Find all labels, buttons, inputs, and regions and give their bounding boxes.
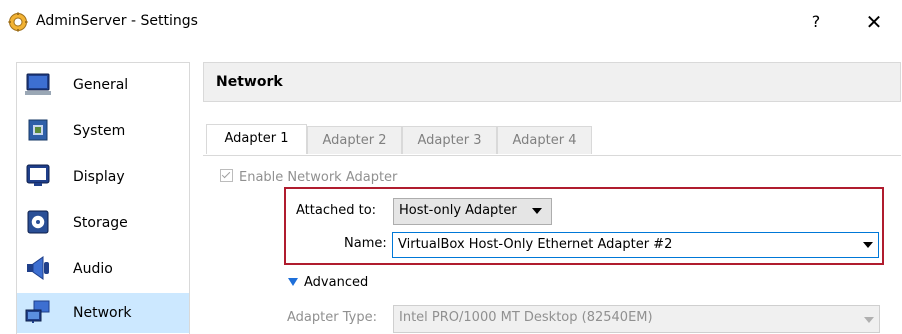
section-header: Network xyxy=(203,62,901,102)
sidebar-item-label: System xyxy=(73,123,126,139)
advanced-toggle[interactable]: Advanced xyxy=(288,275,368,290)
virtualbox-gear-icon xyxy=(8,12,28,32)
sidebar-item-label: General xyxy=(73,77,129,93)
chevron-down-icon xyxy=(864,317,874,323)
adapter-name-select[interactable]: VirtualBox Host-Only Ethernet Adapter #2 xyxy=(392,232,879,258)
name-label: Name: xyxy=(344,236,387,251)
adapter-tab-pane: Enable Network Adapter Attached to: Host… xyxy=(203,155,901,334)
sidebar-item-label: Storage xyxy=(73,215,128,231)
chevron-down-icon xyxy=(863,242,873,248)
sidebar-item-label: Audio xyxy=(73,261,113,277)
enable-adapter-checkbox[interactable]: Enable Network Adapter xyxy=(220,169,397,185)
enable-adapter-label: Enable Network Adapter xyxy=(239,170,398,185)
settings-sidebar: General System Display Storage Audio Net… xyxy=(16,62,190,334)
display-icon xyxy=(26,164,50,186)
network-icon xyxy=(25,300,50,323)
sidebar-item-audio[interactable]: Audio xyxy=(17,249,189,289)
expand-triangle-icon xyxy=(288,278,298,286)
sidebar-item-general[interactable]: General xyxy=(17,65,189,105)
section-title: Network xyxy=(216,74,283,90)
settings-content: Network Adapter 1 Adapter 2 Adapter 3 Ad… xyxy=(203,62,902,333)
tab-adapter-2[interactable]: Adapter 2 xyxy=(307,126,402,154)
tab-adapter-3[interactable]: Adapter 3 xyxy=(402,126,497,154)
sidebar-item-label: Display xyxy=(73,169,125,185)
checkbox-checked-icon xyxy=(220,169,233,182)
attached-to-value: Host-only Adapter xyxy=(399,203,517,218)
sidebar-item-label: Network xyxy=(73,305,132,321)
window-title: AdminServer - Settings xyxy=(36,13,198,29)
chevron-down-icon xyxy=(532,208,542,214)
advanced-label: Advanced xyxy=(304,275,369,290)
tab-adapter-4[interactable]: Adapter 4 xyxy=(497,126,592,154)
chip-icon xyxy=(28,119,48,141)
attached-to-label: Attached to: xyxy=(296,203,377,218)
title-bar: AdminServer - Settings ? ✕ xyxy=(0,0,902,44)
adapter-type-select[interactable]: Intel PRO/1000 MT Desktop (82540EM) xyxy=(393,305,880,333)
sidebar-item-storage[interactable]: Storage xyxy=(17,203,189,243)
adapter-name-value: VirtualBox Host-Only Ethernet Adapter #2 xyxy=(398,237,673,252)
sidebar-item-network[interactable]: Network xyxy=(17,293,189,333)
attached-to-select[interactable]: Host-only Adapter xyxy=(393,198,552,225)
adapter-type-value: Intel PRO/1000 MT Desktop (82540EM) xyxy=(399,310,653,325)
speaker-icon xyxy=(27,256,49,280)
general-monitor-icon xyxy=(25,73,51,95)
storage-icon xyxy=(27,210,49,234)
sidebar-item-display[interactable]: Display xyxy=(17,157,189,197)
help-button[interactable]: ? xyxy=(805,9,827,35)
close-button[interactable]: ✕ xyxy=(861,9,887,35)
tab-adapter-1[interactable]: Adapter 1 xyxy=(206,124,307,154)
sidebar-item-system[interactable]: System xyxy=(17,111,189,151)
adapter-type-label: Adapter Type: xyxy=(287,310,377,325)
